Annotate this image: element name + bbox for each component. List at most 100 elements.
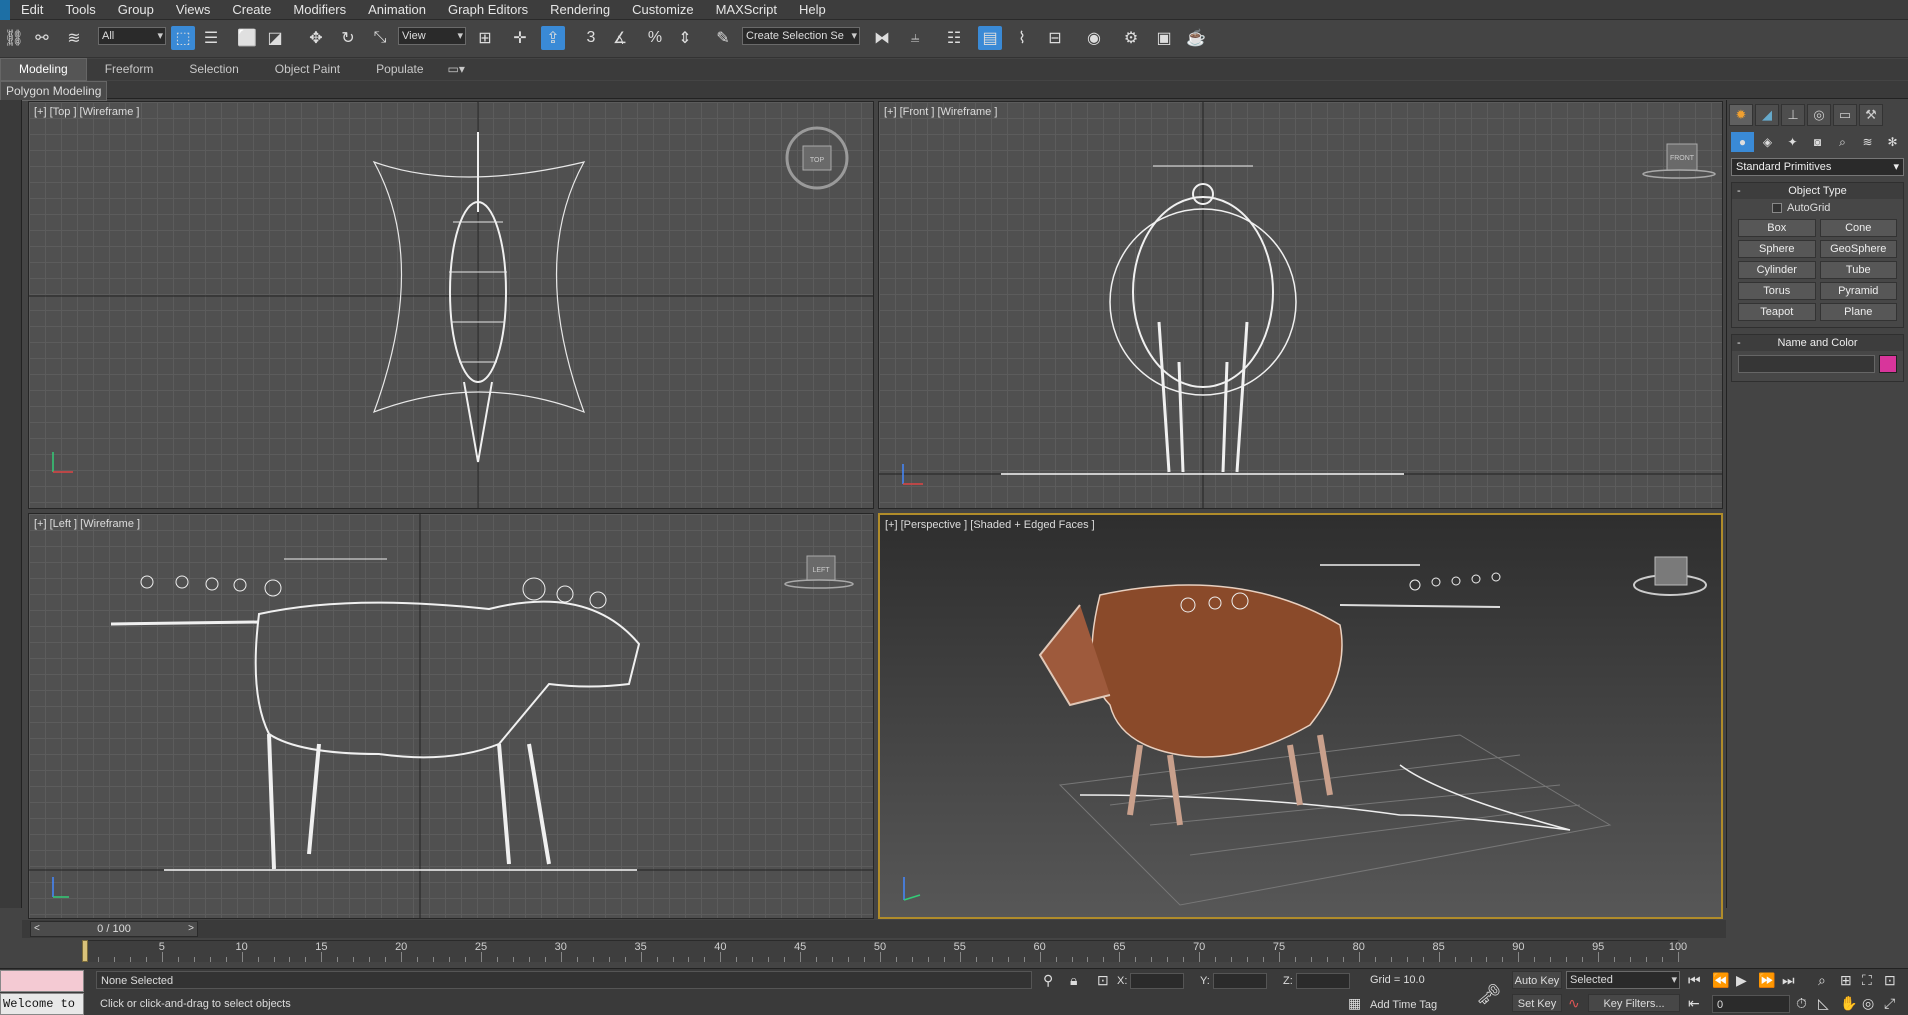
- named-selection-dropdown[interactable]: Create Selection Se: [742, 27, 860, 45]
- viewport-front[interactable]: FRONT [+] [Front ] [Wireframe ]: [878, 101, 1723, 509]
- tab-modeling[interactable]: Modeling: [0, 58, 87, 81]
- checkbox-box[interactable]: [1772, 203, 1782, 213]
- menu-maxscript[interactable]: MAXScript: [705, 0, 788, 20]
- keyboard-shortcut-override-icon[interactable]: ⇪: [541, 26, 565, 50]
- modify-tab-icon[interactable]: ◢: [1755, 104, 1779, 126]
- app-logo[interactable]: [0, 0, 10, 20]
- shapes-icon[interactable]: ◈: [1756, 132, 1779, 152]
- viewport-top[interactable]: TOP [+] [Top ] [Wireframe ]: [28, 101, 874, 509]
- time-slider[interactable]: < 0 / 100 >: [30, 921, 198, 937]
- align-icon[interactable]: ⫨: [903, 26, 927, 50]
- viewport-perspective[interactable]: [+] [Perspective ] [Shaded + Edged Faces…: [878, 513, 1723, 919]
- auto-key-button[interactable]: Auto Key: [1512, 971, 1562, 989]
- selection-filter-dropdown[interactable]: All: [98, 27, 166, 45]
- zoom-icon[interactable]: ⌕: [1818, 972, 1826, 989]
- viewport-label[interactable]: [+] [Front ] [Wireframe ]: [884, 106, 997, 118]
- menu-edit[interactable]: Edit: [10, 0, 54, 20]
- pyramid-button[interactable]: Pyramid: [1819, 282, 1897, 300]
- hierarchy-tab-icon[interactable]: ⊥: [1781, 104, 1805, 126]
- go-to-end-icon[interactable]: ⏭: [1782, 972, 1795, 989]
- orbit-icon[interactable]: ◎: [1862, 995, 1874, 1012]
- tab-freeform[interactable]: Freeform: [87, 59, 172, 80]
- lights-icon[interactable]: ✦: [1781, 132, 1804, 152]
- zoom-extents-icon[interactable]: ⛶: [1862, 972, 1872, 989]
- pan-icon[interactable]: ✋: [1840, 995, 1857, 1012]
- sphere-button[interactable]: Sphere: [1738, 240, 1816, 258]
- maxscript-output[interactable]: Welcome to M: [0, 993, 84, 1015]
- systems-icon[interactable]: ✻: [1881, 132, 1904, 152]
- viewport-label[interactable]: [+] [Left ] [Wireframe ]: [34, 518, 140, 530]
- tab-object-paint[interactable]: Object Paint: [257, 59, 358, 80]
- menu-rendering[interactable]: Rendering: [539, 0, 621, 20]
- reference-coordinate-dropdown[interactable]: View: [398, 27, 466, 45]
- y-coordinate[interactable]: Y:: [1200, 972, 1267, 990]
- select-object-icon[interactable]: ⬚: [171, 26, 195, 50]
- key-filters-button[interactable]: Key Filters...: [1588, 994, 1680, 1012]
- key-curve-icon[interactable]: ∿: [1568, 995, 1580, 1012]
- menu-graph-editors[interactable]: Graph Editors: [437, 0, 539, 20]
- render-setup-icon[interactable]: ⚙: [1119, 26, 1143, 50]
- plane-button[interactable]: Plane: [1819, 303, 1897, 321]
- add-time-tag[interactable]: Add Time Tag: [1366, 996, 1472, 1014]
- rectangular-selection-icon[interactable]: ⬜: [235, 26, 259, 50]
- name-and-color-header[interactable]: Name and Color: [1732, 335, 1903, 351]
- viewport-label[interactable]: [+] [Top ] [Wireframe ]: [34, 106, 139, 118]
- key-mode-dropdown[interactable]: Selected: [1566, 971, 1680, 989]
- mirror-icon[interactable]: ⧓: [870, 26, 894, 50]
- viewport-label[interactable]: [+] [Perspective ] [Shaded + Edged Faces…: [885, 519, 1095, 531]
- menu-views[interactable]: Views: [165, 0, 221, 20]
- material-editor-icon[interactable]: ◉: [1082, 26, 1106, 50]
- autogrid-checkbox[interactable]: AutoGrid: [1772, 202, 1903, 214]
- menu-help[interactable]: Help: [788, 0, 837, 20]
- display-tab-icon[interactable]: ▭: [1833, 104, 1857, 126]
- set-key-button[interactable]: Set Key: [1512, 994, 1562, 1012]
- zoom-extents-all-icon[interactable]: ⊡: [1884, 972, 1896, 989]
- time-prev-icon[interactable]: <: [34, 922, 40, 936]
- set-key-icon[interactable]: 🗝︎: [1476, 982, 1501, 1007]
- field-of-view-icon[interactable]: ◺: [1818, 995, 1829, 1012]
- create-tab-icon[interactable]: ✹: [1729, 104, 1753, 126]
- tab-selection[interactable]: Selection: [171, 59, 256, 80]
- x-input[interactable]: [1130, 973, 1185, 990]
- polygon-modeling-panel[interactable]: Polygon Modeling: [0, 81, 108, 101]
- menu-animation[interactable]: Animation: [357, 0, 437, 20]
- isolate-selection-icon[interactable]: ⚲: [1043, 972, 1053, 989]
- time-cursor[interactable]: [82, 940, 88, 962]
- percent-snap-icon[interactable]: %: [643, 26, 667, 50]
- key-mode-toggle-icon[interactable]: ⇤: [1688, 995, 1700, 1012]
- space-warps-icon[interactable]: ≋: [1856, 132, 1879, 152]
- selection-lock-icon[interactable]: 🔒︎: [1070, 972, 1077, 989]
- render-production-icon[interactable]: ☕: [1184, 26, 1208, 50]
- z-input[interactable]: [1295, 973, 1350, 990]
- move-icon[interactable]: ✥: [304, 26, 328, 50]
- motion-tab-icon[interactable]: ◎: [1807, 104, 1831, 126]
- select-manipulate-icon[interactable]: ✛: [508, 26, 532, 50]
- object-color-swatch[interactable]: [1879, 355, 1897, 373]
- object-category-dropdown[interactable]: Standard Primitives: [1731, 158, 1904, 176]
- unlink-icon[interactable]: ⚯: [30, 26, 54, 50]
- zoom-all-icon[interactable]: ⊞: [1840, 972, 1852, 989]
- utilities-tab-icon[interactable]: ⚒: [1859, 104, 1883, 126]
- cylinder-button[interactable]: Cylinder: [1738, 261, 1816, 279]
- curve-editor-icon[interactable]: ⌇: [1010, 26, 1034, 50]
- absolute-mode-icon[interactable]: ⊡: [1097, 972, 1109, 989]
- snaps-toggle-icon[interactable]: 3: [579, 26, 603, 50]
- menu-tools[interactable]: Tools: [54, 0, 106, 20]
- torus-button[interactable]: Torus: [1738, 282, 1816, 300]
- time-slider-track[interactable]: [22, 920, 1726, 938]
- time-tag-icon[interactable]: ▦: [1348, 995, 1361, 1012]
- geometry-icon[interactable]: ●: [1731, 132, 1754, 152]
- object-name-field[interactable]: [1738, 355, 1875, 373]
- layer-manager-icon[interactable]: ☷: [942, 26, 966, 50]
- angle-snap-icon[interactable]: ∡: [608, 26, 632, 50]
- previous-frame-icon[interactable]: ⏪: [1712, 972, 1729, 989]
- menu-customize[interactable]: Customize: [621, 0, 704, 20]
- z-coordinate[interactable]: Z:: [1283, 972, 1350, 990]
- track-bar[interactable]: 5 10 15 20 25 30 35 40 45 50 55 60 65 70 75 80 85 90 95 100: [82, 940, 1687, 962]
- maximize-viewport-icon[interactable]: ⤢: [1884, 995, 1895, 1012]
- maxscript-listener-mini[interactable]: [0, 970, 84, 992]
- time-configuration-icon[interactable]: ⏱: [1796, 995, 1807, 1012]
- edit-named-selection-icon[interactable]: ✎: [711, 26, 735, 50]
- select-by-name-icon[interactable]: ☰: [199, 26, 223, 50]
- next-frame-icon[interactable]: ⏩: [1758, 972, 1775, 989]
